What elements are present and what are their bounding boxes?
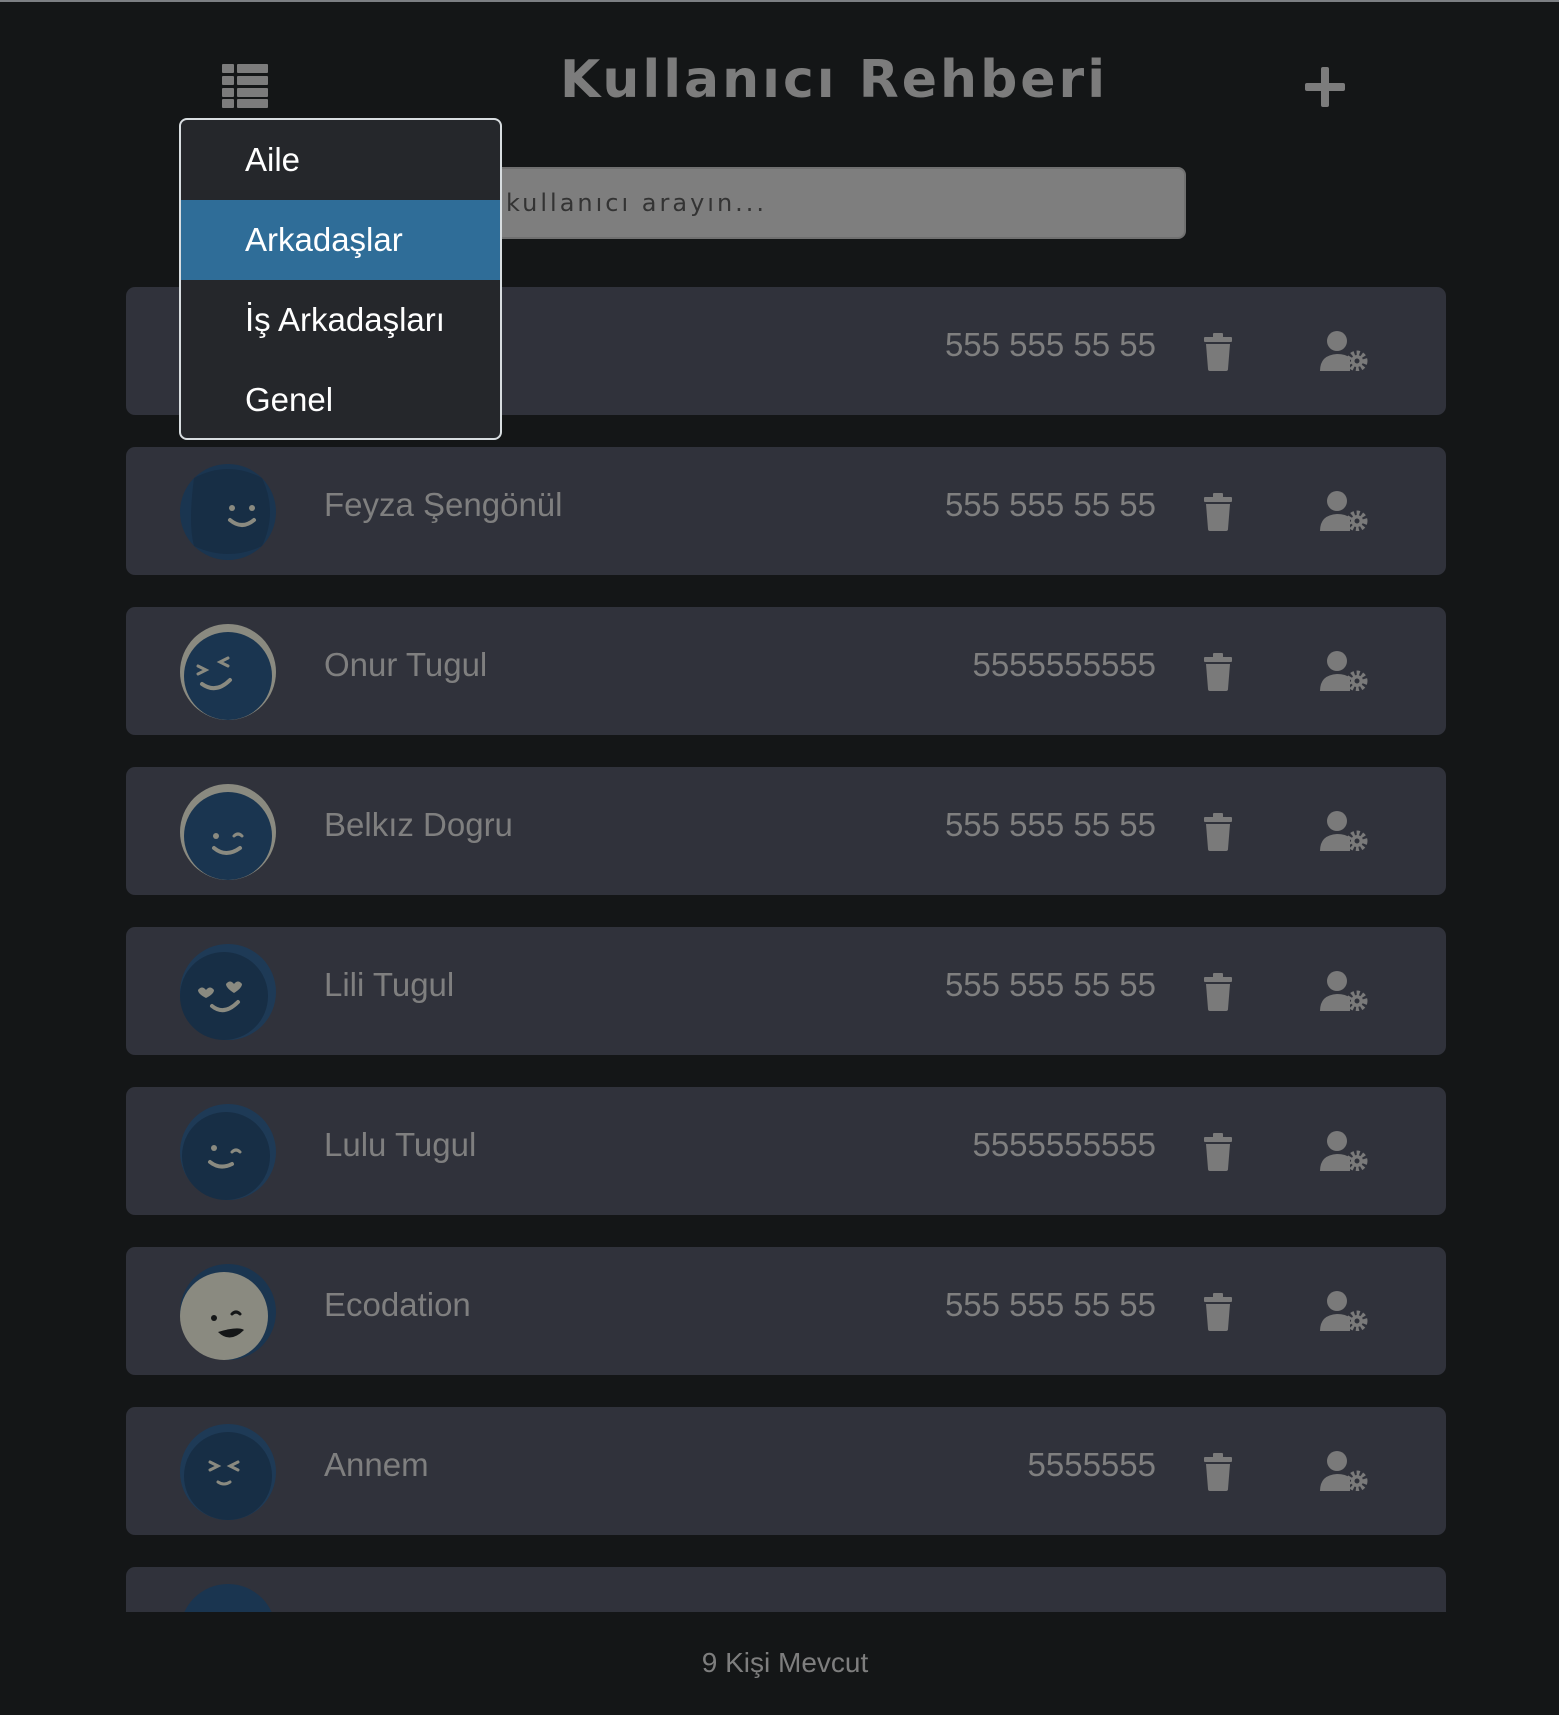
contact-row[interactable]: Lulu Tugul 5555555555 xyxy=(126,1087,1446,1215)
contact-name: Lulu Tugul xyxy=(324,1126,477,1163)
user-gear-icon[interactable] xyxy=(1320,651,1368,691)
contact-name: Belkız Dogru xyxy=(324,806,513,843)
contact-phone: 555 555 55 55 xyxy=(944,1286,1156,1323)
trash-icon[interactable] xyxy=(1204,1453,1232,1491)
contact-row[interactable] xyxy=(126,1567,1446,1612)
squint-icon xyxy=(180,1424,276,1520)
search-input[interactable] xyxy=(396,167,1186,239)
trash-icon[interactable] xyxy=(1204,813,1232,851)
smile-icon xyxy=(180,464,276,560)
wink-icon xyxy=(180,1104,276,1200)
dropdown-item-genel[interactable]: Genel xyxy=(181,360,500,438)
user-gear-icon[interactable] xyxy=(1320,811,1368,851)
contact-row[interactable]: Onur Tugul 5555555555 xyxy=(126,607,1446,735)
user-gear-icon[interactable] xyxy=(1320,971,1368,1011)
contact-name: Ecodation xyxy=(324,1286,471,1323)
trash-icon[interactable] xyxy=(1204,653,1232,691)
user-gear-icon[interactable] xyxy=(1320,331,1368,371)
plus-icon[interactable] xyxy=(1303,65,1347,109)
grin-wink-icon xyxy=(180,1264,276,1360)
contact-row[interactable]: Ecodation 555 555 55 55 xyxy=(126,1247,1446,1375)
trash-icon[interactable] xyxy=(1204,493,1232,531)
heart-eyes-icon xyxy=(180,944,276,1040)
contact-row[interactable]: Annem 5555555 xyxy=(126,1407,1446,1535)
contact-phone: 555 555 55 55 xyxy=(944,326,1156,363)
user-gear-icon[interactable] xyxy=(1320,491,1368,531)
contact-phone: 555 555 55 55 xyxy=(944,966,1156,1003)
contact-row[interactable]: Feyza Şengönül 555 555 55 55 xyxy=(126,447,1446,575)
dropdown-item-arkadaslar[interactable]: Arkadaşlar xyxy=(181,200,500,280)
trash-icon[interactable] xyxy=(1204,333,1232,371)
contact-name: Onur Tugul xyxy=(324,646,488,683)
contact-phone: 5555555555 xyxy=(972,1126,1156,1163)
group-filter-dropdown: Aile Arkadaşlar İş Arkadaşları Genel xyxy=(179,118,502,440)
contact-name: Feyza Şengönül xyxy=(324,486,563,523)
dropdown-item-is-arkadaslari[interactable]: İş Arkadaşları xyxy=(181,280,500,360)
contact-row[interactable]: Belkız Dogru 555 555 55 55 xyxy=(126,767,1446,895)
contact-row[interactable]: Lili Tugul 555 555 55 55 xyxy=(126,927,1446,1055)
contact-phone: 5555555555 xyxy=(972,646,1156,683)
contact-phone: 5555555 xyxy=(1027,1446,1156,1483)
contact-name: Annem xyxy=(324,1446,429,1483)
squint-wink-icon xyxy=(180,624,276,720)
user-gear-icon[interactable] xyxy=(1320,1451,1368,1491)
trash-icon[interactable] xyxy=(1204,973,1232,1011)
contact-count: 9 Kişi Mevcut xyxy=(701,1647,869,1678)
contact-name: Lili Tugul xyxy=(324,966,455,1003)
wink-icon xyxy=(180,784,276,880)
avatar-icon xyxy=(184,1584,272,1612)
user-gear-icon[interactable] xyxy=(1320,1131,1368,1171)
contact-phone: 555 555 55 55 xyxy=(944,486,1156,523)
window-top-border xyxy=(0,0,1559,2)
contact-phone: 555 555 55 55 xyxy=(944,806,1156,843)
dropdown-item-aile[interactable]: Aile xyxy=(181,120,500,200)
trash-icon[interactable] xyxy=(1204,1133,1232,1171)
trash-icon[interactable] xyxy=(1204,1293,1232,1331)
grid-list-icon[interactable] xyxy=(222,64,268,108)
contact-list: 555 555 55 55 Feyza Şengönül 555 555 55 … xyxy=(126,287,1446,1612)
page-title: Kullanıcı Rehberi xyxy=(560,50,1109,110)
user-gear-icon[interactable] xyxy=(1320,1291,1368,1331)
